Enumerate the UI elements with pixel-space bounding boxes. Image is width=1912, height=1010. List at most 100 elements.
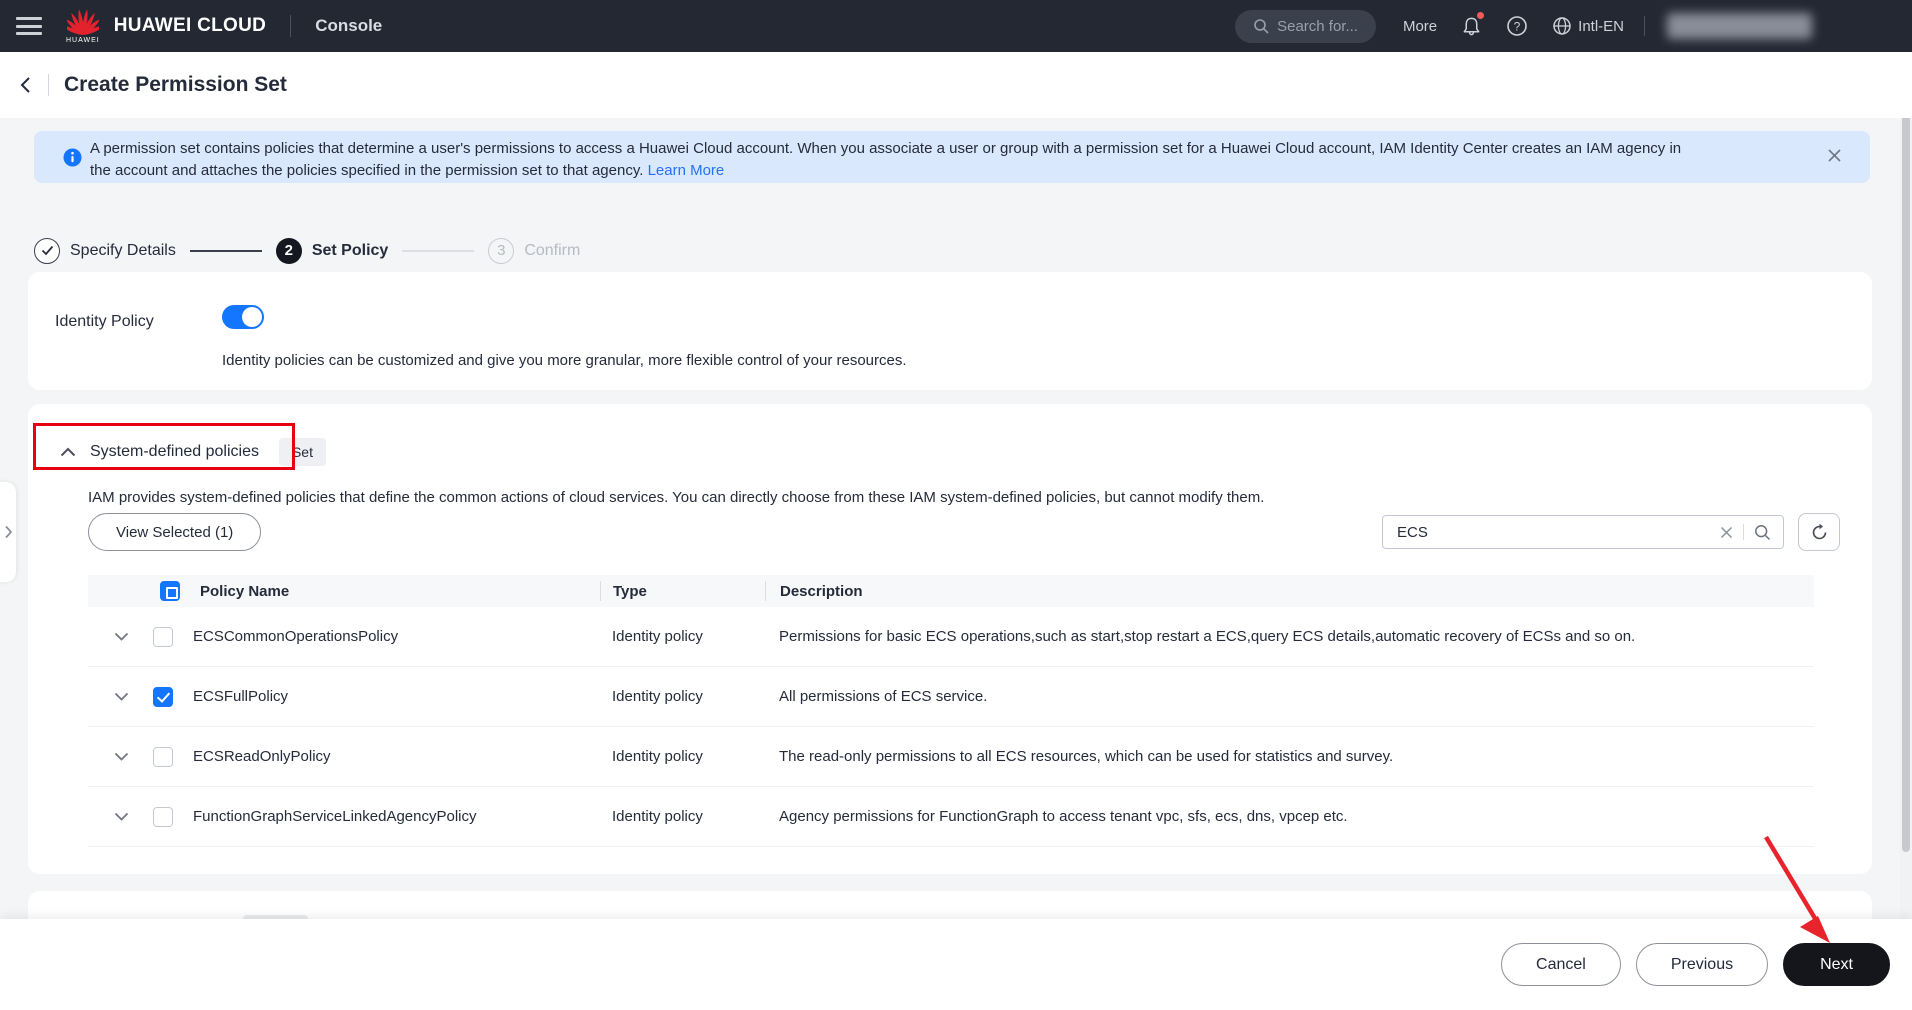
table-header-row: Policy Name Type Description — [88, 575, 1814, 607]
row-checkbox[interactable] — [153, 687, 173, 707]
identity-policy-label: Identity Policy — [55, 313, 154, 331]
identity-policy-toggle[interactable] — [222, 305, 264, 329]
policy-name: ECSCommonOperationsPolicy — [193, 628, 398, 645]
collapse-chevron-up-icon[interactable] — [60, 447, 76, 457]
step-3-circle: 3 — [488, 238, 514, 264]
toggle-knob — [242, 307, 262, 327]
custom-policies-card-partial — [28, 891, 1872, 919]
column-policy-name: Policy Name — [200, 583, 289, 600]
previous-button[interactable]: Previous — [1636, 943, 1768, 986]
global-search[interactable]: Search for... — [1235, 10, 1376, 43]
notification-badge-dot — [1477, 12, 1484, 19]
back-chevron-icon — [18, 75, 34, 95]
brand-text: HUAWEI CLOUD — [114, 15, 266, 37]
policy-name: ECSReadOnlyPolicy — [193, 748, 331, 765]
system-policies-heading: System-defined policies — [90, 443, 259, 461]
step-connector — [190, 250, 262, 252]
cancel-button[interactable]: Cancel — [1501, 943, 1621, 986]
header-divider — [1644, 16, 1645, 36]
policy-description: All permissions of ECS service. — [765, 688, 1814, 705]
top-navigation-bar: HUAWEI HUAWEI CLOUD Console Search for..… — [0, 0, 1912, 52]
banner-text: A permission set contains policies that … — [90, 138, 1790, 182]
select-all-checkbox[interactable] — [160, 581, 180, 601]
language-selector[interactable]: Intl-EN — [1552, 16, 1624, 36]
table-row: ECSCommonOperationsPolicy Identity polic… — [88, 607, 1814, 667]
search-divider — [1743, 524, 1744, 540]
page-header: Create Permission Set — [0, 52, 1912, 118]
hamburger-menu-icon[interactable] — [16, 17, 42, 35]
column-description: Description — [765, 581, 1814, 601]
banner-line2: the account and attaches the policies sp… — [90, 162, 648, 179]
scrollbar-thumb[interactable] — [1902, 112, 1910, 852]
expand-row-chevron-icon[interactable] — [114, 812, 129, 821]
global-search-placeholder: Search for... — [1277, 18, 1358, 35]
expand-row-chevron-icon[interactable] — [114, 752, 129, 761]
help-button[interactable]: ? — [1506, 15, 1528, 37]
set-tag: Set — [279, 438, 326, 466]
policy-search-input[interactable] — [1383, 524, 1720, 541]
info-banner: A permission set contains policies that … — [34, 131, 1870, 183]
expand-row-chevron-icon[interactable] — [114, 692, 129, 701]
screen: HUAWEI HUAWEI CLOUD Console Search for..… — [0, 0, 1912, 1010]
check-icon — [41, 245, 54, 256]
column-type: Type — [600, 581, 765, 601]
step-connector — [402, 250, 474, 252]
huawei-logo-word: HUAWEI — [66, 37, 100, 44]
step-1-label: Specify Details — [70, 242, 176, 260]
language-selector-label: Intl-EN — [1578, 18, 1624, 35]
back-button[interactable] — [18, 75, 34, 95]
console-link[interactable]: Console — [315, 16, 382, 36]
table-row: ECSReadOnlyPolicy Identity policy The re… — [88, 727, 1814, 787]
learn-more-link[interactable]: Learn More — [648, 162, 725, 179]
policy-search-box[interactable] — [1382, 515, 1784, 549]
header-divider — [290, 15, 291, 37]
refresh-icon — [1810, 523, 1829, 542]
row-checkbox[interactable] — [153, 627, 173, 647]
step-1-circle — [34, 238, 60, 264]
row-checkbox[interactable] — [153, 807, 173, 827]
banner-close-icon[interactable] — [1827, 148, 1842, 163]
row-checkbox[interactable] — [153, 747, 173, 767]
refresh-button[interactable] — [1798, 513, 1840, 551]
policy-type: Identity policy — [600, 808, 765, 825]
next-button[interactable]: Next — [1783, 943, 1890, 986]
svg-text:?: ? — [1514, 20, 1521, 34]
policy-name: FunctionGraphServiceLinkedAgencyPolicy — [193, 808, 476, 825]
step-2-label: Set Policy — [312, 242, 388, 260]
page-title: Create Permission Set — [64, 73, 287, 97]
system-policies-card: System-defined policies Set IAM provides… — [28, 404, 1872, 874]
expand-row-chevron-icon[interactable] — [114, 632, 129, 641]
system-policies-description: IAM provides system-defined policies tha… — [88, 489, 1264, 506]
policy-table: Policy Name Type Description ECSCommonOp… — [88, 575, 1814, 847]
scrollbar-track — [1900, 52, 1912, 919]
account-name-redacted[interactable] — [1667, 13, 1812, 39]
expand-side-panel-tab[interactable] — [0, 482, 16, 582]
step-3-label: Confirm — [524, 242, 580, 260]
policy-description: Permissions for basic ECS operations,suc… — [765, 628, 1814, 645]
policy-description: Agency permissions for FunctionGraph to … — [765, 808, 1814, 825]
search-icon — [1253, 18, 1269, 34]
huawei-flower-icon — [67, 8, 99, 36]
search-submit-icon[interactable] — [1754, 524, 1771, 541]
step-2-circle: 2 — [276, 238, 302, 264]
bottom-action-bar: Cancel Previous Next — [0, 919, 1912, 1010]
globe-icon — [1552, 16, 1572, 36]
more-menu[interactable]: More — [1403, 18, 1437, 35]
policy-type: Identity policy — [600, 628, 765, 645]
policy-type: Identity policy — [600, 748, 765, 765]
notifications-button[interactable] — [1461, 15, 1482, 37]
view-selected-button[interactable]: View Selected (1) — [88, 513, 261, 551]
info-icon — [63, 148, 82, 167]
huawei-logo[interactable]: HUAWEI — [66, 8, 100, 44]
help-icon: ? — [1506, 15, 1528, 37]
policy-description: The read-only permissions to all ECS res… — [765, 748, 1814, 765]
table-row: FunctionGraphServiceLinkedAgencyPolicy I… — [88, 787, 1814, 847]
wizard-steps: Specify Details 2 Set Policy 3 Confirm — [34, 237, 580, 264]
policy-name: ECSFullPolicy — [193, 688, 288, 705]
table-row: ECSFullPolicy Identity policy All permis… — [88, 667, 1814, 727]
title-divider — [48, 74, 49, 96]
identity-policy-card: Identity Policy Identity policies can be… — [28, 272, 1872, 390]
clear-search-icon[interactable] — [1720, 526, 1733, 539]
identity-policy-description: Identity policies can be customized and … — [222, 352, 907, 369]
banner-line1: A permission set contains policies that … — [90, 140, 1681, 157]
